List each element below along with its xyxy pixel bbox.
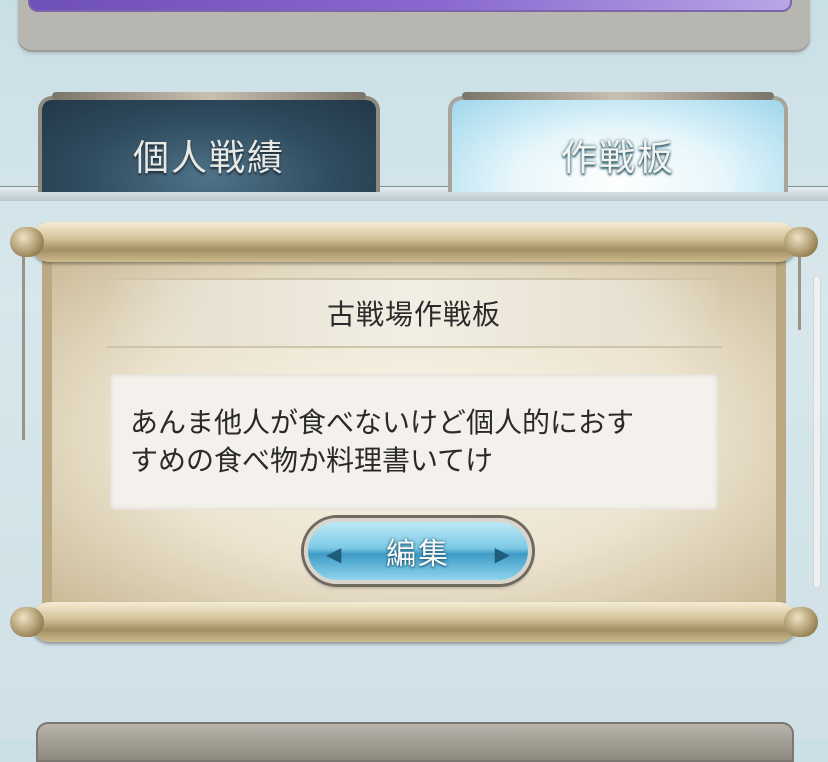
- edit-button-label: 編集: [386, 537, 450, 572]
- tab-strategy-board-label: 作戦板: [560, 138, 675, 179]
- board-message-line-1: あんま他人が食べないけど個人的におす: [130, 406, 635, 439]
- bottom-panel: [36, 722, 794, 762]
- rod-end-icon: [10, 227, 44, 257]
- edit-button[interactable]: ◀ 編集 ▶: [304, 518, 532, 584]
- tab-personal-record-label: 個人戦績: [132, 138, 285, 179]
- board-title-banner: 古戦場作戦板: [106, 278, 722, 348]
- scroll-rod-top: [30, 222, 798, 262]
- tab-personal-record[interactable]: 個人戦績: [38, 92, 380, 192]
- chevron-left-ornament-icon: ◀: [326, 542, 342, 566]
- rod-end-icon: [784, 607, 818, 637]
- board-message: あんま他人が食べないけど個人的におす すめの食べ物か料理書いてけ: [110, 374, 718, 510]
- rod-end-icon: [10, 607, 44, 637]
- board-message-line-2: すめの食べ物か料理書いてけ: [130, 444, 494, 477]
- strategy-board-scroll: 古戦場作戦板 あんま他人が食べないけど個人的におす すめの食べ物か料理書いてけ …: [10, 222, 818, 648]
- top-purple-bar[interactable]: [28, 0, 792, 12]
- scroll-rod-bottom: [30, 602, 798, 642]
- rod-end-icon: [784, 227, 818, 257]
- tab-strategy-board[interactable]: 作戦板: [448, 92, 788, 192]
- scrollbar[interactable]: [814, 276, 820, 588]
- board-title: 古戦場作戦板: [326, 298, 501, 331]
- chevron-right-ornament-icon: ▶: [494, 542, 510, 566]
